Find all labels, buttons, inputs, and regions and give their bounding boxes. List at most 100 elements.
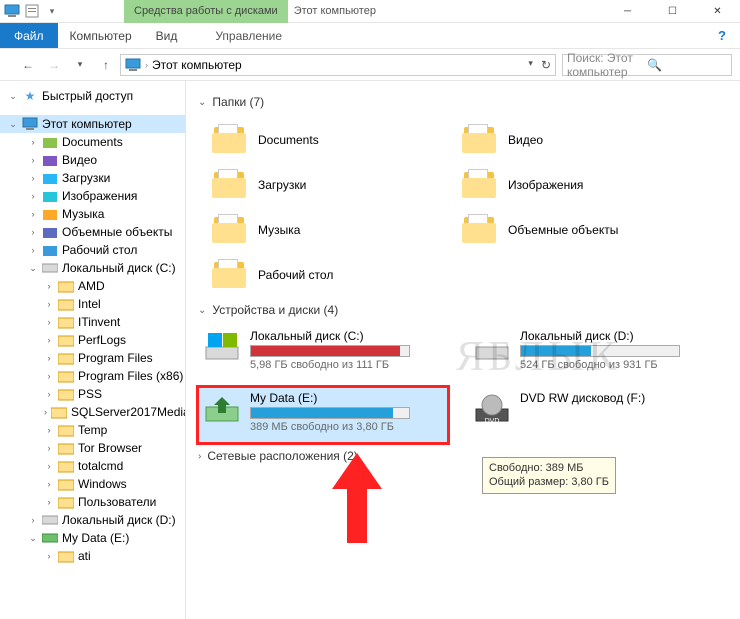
sidebar-item-thispc[interactable]: ⌄ Этот компьютер	[0, 115, 185, 133]
expand-icon[interactable]: ›	[44, 335, 54, 345]
sidebar-item-folder[interactable]: ›SQLServer2017Media	[0, 403, 185, 421]
sidebar-item-folder[interactable]: ›Program Files (x86)	[0, 367, 185, 385]
sidebar-item-library[interactable]: ›Рабочий стол	[0, 241, 185, 259]
section-header-devices[interactable]: ⌄ Устройства и диски (4)	[198, 303, 740, 317]
sidebar-item-folder[interactable]: ›Tor Browser	[0, 439, 185, 457]
expand-icon[interactable]: ›	[44, 479, 54, 489]
sidebar-item-library[interactable]: ›Загрузки	[0, 169, 185, 187]
sidebar-item-library[interactable]: ›Изображения	[0, 187, 185, 205]
up-icon[interactable]: ↑	[98, 57, 114, 73]
sidebar-item-folder[interactable]: ›PSS	[0, 385, 185, 403]
refresh-icon[interactable]: ↻	[541, 58, 551, 72]
device-name: DVD RW дисковод (F:)	[520, 391, 712, 405]
device-item[interactable]: Локальный диск (D:)524 ГБ свободно из 93…	[468, 325, 718, 381]
sidebar-item-library[interactable]: › Видео	[0, 151, 185, 169]
sidebar-item-folder[interactable]: ›AMD	[0, 277, 185, 295]
sidebar-item-folder[interactable]: ›Intel	[0, 295, 185, 313]
recent-dropdown-icon[interactable]: ▾	[72, 57, 88, 73]
properties-icon[interactable]	[24, 3, 40, 19]
section-header-network[interactable]: › Сетевые расположения (2)	[198, 449, 740, 463]
tab-computer[interactable]: Компьютер	[58, 23, 144, 48]
sidebar-item-folder[interactable]: ›Temp	[0, 421, 185, 439]
device-item[interactable]: Локальный диск (C:)5,98 ГБ свободно из 1…	[198, 325, 448, 381]
sidebar-item-quick-access[interactable]: ⌄ ★ Быстрый доступ	[0, 87, 185, 105]
forward-icon[interactable]: →	[46, 57, 62, 73]
qat-dropdown-icon[interactable]: ▾	[44, 3, 60, 19]
close-button[interactable]: ✕	[695, 0, 740, 23]
folder-item[interactable]: Видео	[448, 117, 698, 162]
expand-icon[interactable]: ›	[44, 461, 54, 471]
folder-icon	[58, 296, 74, 312]
expand-icon[interactable]: ›	[44, 551, 54, 561]
expand-icon[interactable]: ›	[44, 281, 54, 291]
expand-icon[interactable]: ›	[28, 209, 38, 219]
expand-icon[interactable]: ›	[28, 173, 38, 183]
expand-icon[interactable]: ›	[44, 371, 54, 381]
sidebar-label: Этот компьютер	[42, 117, 132, 131]
expand-icon[interactable]: ›	[44, 299, 54, 309]
expand-icon[interactable]: ›	[28, 515, 38, 525]
expand-icon[interactable]: ›	[44, 425, 54, 435]
expand-icon[interactable]: ⌄	[8, 119, 18, 130]
expand-icon[interactable]: ⌄	[8, 91, 18, 102]
sidebar-item-folder[interactable]: › ati	[0, 547, 185, 565]
collapse-icon[interactable]: ›	[198, 451, 201, 462]
tab-view[interactable]: Вид	[144, 23, 190, 48]
sidebar-item-folder[interactable]: ›ITinvent	[0, 313, 185, 331]
folder-icon	[58, 368, 74, 384]
folder-item[interactable]: Музыка	[198, 207, 448, 252]
maximize-button[interactable]: ☐	[650, 0, 695, 23]
device-item[interactable]: DVD DVD RW дисковод (F:)	[468, 387, 718, 443]
sidebar-item-disk-c[interactable]: ⌄ Локальный диск (C:)	[0, 259, 185, 277]
expand-icon[interactable]: ›	[44, 407, 47, 417]
tab-manage[interactable]: Управление	[203, 23, 294, 48]
sidebar-item-disk-d[interactable]: › Локальный диск (D:)	[0, 511, 185, 529]
expand-icon[interactable]: ›	[44, 353, 54, 363]
sidebar-item-folder[interactable]: ›Windows	[0, 475, 185, 493]
drive-icon: DVD	[474, 391, 510, 427]
expand-icon[interactable]: ⌄	[28, 533, 38, 544]
address-bar[interactable]: › Этот компьютер ▾ ↻	[120, 54, 556, 76]
expand-icon[interactable]: ›	[28, 155, 38, 165]
sidebar-item-library[interactable]: ›Музыка	[0, 205, 185, 223]
sidebar-item-folder[interactable]: ›Program Files	[0, 349, 185, 367]
sidebar-item-folder[interactable]: ›PerfLogs	[0, 331, 185, 349]
drive-icon	[42, 530, 58, 546]
folder-item[interactable]: Изображения	[448, 162, 698, 207]
expand-icon[interactable]: ›	[28, 227, 38, 237]
folder-item[interactable]: Documents	[198, 117, 448, 162]
collapse-icon[interactable]: ⌄	[198, 97, 206, 108]
sidebar-item-library[interactable]: ›Объемные объекты	[0, 223, 185, 241]
sidebar-item-folder[interactable]: › totalcmd	[0, 457, 185, 475]
help-icon[interactable]: ?	[710, 23, 734, 48]
expand-icon[interactable]: ›	[28, 245, 38, 255]
address-dropdown-icon[interactable]: ▾	[528, 58, 533, 72]
folder-item[interactable]: Загрузки	[198, 162, 448, 207]
sidebar-label: Видео	[62, 153, 97, 167]
sidebar-item-folder[interactable]: ›Пользователи	[0, 493, 185, 511]
address-text: Этот компьютер	[152, 58, 242, 72]
search-input[interactable]: Поиск: Этот компьютер 🔍	[562, 54, 732, 76]
sidebar-item-disk-e[interactable]: ⌄ My Data (E:)	[0, 529, 185, 547]
expand-icon[interactable]: ›	[28, 137, 38, 147]
device-name: Локальный диск (C:)	[250, 329, 442, 343]
collapse-icon[interactable]: ⌄	[198, 305, 206, 316]
back-icon[interactable]: ←	[20, 57, 36, 73]
minimize-button[interactable]: ─	[605, 0, 650, 23]
folder-icon	[58, 458, 74, 474]
chevron-right-icon[interactable]: ›	[145, 60, 148, 70]
sidebar-item-library[interactable]: ›Documents	[0, 133, 185, 151]
folder-icon	[42, 152, 58, 168]
expand-icon[interactable]: ›	[44, 497, 54, 507]
expand-icon[interactable]: ›	[44, 443, 54, 453]
section-header-folders[interactable]: ⌄ Папки (7)	[198, 95, 740, 109]
device-item[interactable]: My Data (E:)389 МБ свободно из 3,80 ГБ	[198, 387, 448, 443]
tab-file[interactable]: Файл	[0, 23, 58, 48]
expand-icon[interactable]: ⌄	[28, 263, 38, 274]
expand-icon[interactable]: ›	[44, 389, 54, 399]
expand-icon[interactable]: ›	[44, 317, 54, 327]
expand-icon[interactable]: ›	[28, 191, 38, 201]
folder-item[interactable]: Рабочий стол	[198, 252, 448, 297]
sidebar-label: totalcmd	[78, 459, 123, 473]
folder-item[interactable]: Объемные объекты	[448, 207, 698, 252]
